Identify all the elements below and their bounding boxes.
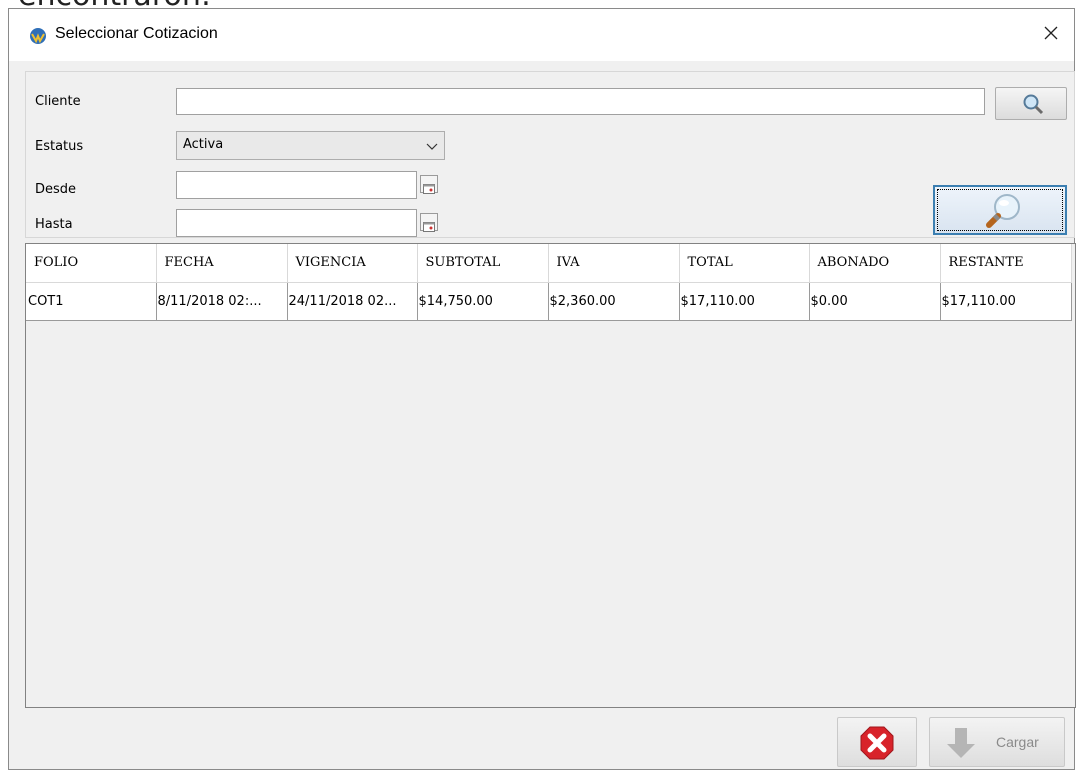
window-title: Seleccionar Cotizacion [55,25,218,42]
close-button[interactable] [1028,9,1074,61]
table-header-row: FOLIO FECHA VIGENCIA SUBTOTAL IVA TOTAL … [26,244,1072,283]
filter-panel: Cliente Estatus Activa Desde Hasta [25,71,1075,238]
table-cell[interactable]: $2,360.00 [548,282,680,321]
magnifier-icon [1022,93,1044,119]
table-cell[interactable]: 24/11/2018 02... [287,282,418,321]
desde-label: Desde [35,182,77,197]
column-header[interactable]: SUBTOTAL [417,244,549,283]
table-cell[interactable]: 8/11/2018 02:... [156,282,288,321]
cliente-label: Cliente [35,94,81,109]
estatus-select[interactable]: Activa [176,131,445,160]
column-header[interactable]: FECHA [156,244,288,283]
column-header[interactable]: ABONADO [809,244,941,283]
table-cell[interactable]: COT1 [26,282,157,321]
cargar-label: Cargar [996,734,1039,750]
cotizaciones-table[interactable]: FOLIO FECHA VIGENCIA SUBTOTAL IVA TOTAL … [25,243,1076,708]
column-header[interactable]: VIGENCIA [287,244,418,283]
calendar-icon [423,217,435,236]
column-header[interactable]: TOTAL [679,244,810,283]
desde-calendar-button[interactable] [420,175,438,194]
column-header[interactable]: IVA [548,244,680,283]
table-row[interactable]: COT1 8/11/2018 02:... 24/11/2018 02... $… [26,282,1072,321]
estatus-label: Estatus [35,139,84,154]
calendar-icon [423,179,435,198]
dialog-window: Seleccionar Cotizacion Cliente Estatus A… [8,8,1076,770]
column-header[interactable]: FOLIO [26,244,157,283]
column-header[interactable]: RESTANTE [940,244,1072,283]
hasta-date-field[interactable] [176,209,417,237]
cancel-button[interactable] [837,717,917,767]
table-cell[interactable]: $0.00 [809,282,941,321]
title-bar[interactable]: Seleccionar Cotizacion [9,9,1074,61]
search-cliente-button[interactable] [995,87,1067,120]
table-cell[interactable]: $17,110.00 [679,282,810,321]
magnifier-icon [983,192,1023,234]
table-cell[interactable]: $17,110.00 [940,282,1072,321]
hasta-calendar-button[interactable] [420,213,438,232]
desde-date-field[interactable] [176,171,417,199]
cargar-button[interactable]: Cargar [929,717,1065,767]
arrow-down-icon [944,726,978,764]
hasta-label: Hasta [35,217,73,232]
cancel-icon [859,725,895,765]
search-button[interactable] [933,185,1067,235]
close-icon [1043,25,1059,45]
app-icon [29,27,47,45]
table-cell[interactable]: $14,750.00 [417,282,549,321]
estatus-value: Activa [183,137,224,152]
cliente-input[interactable] [176,88,985,115]
chevron-down-icon [426,140,438,155]
